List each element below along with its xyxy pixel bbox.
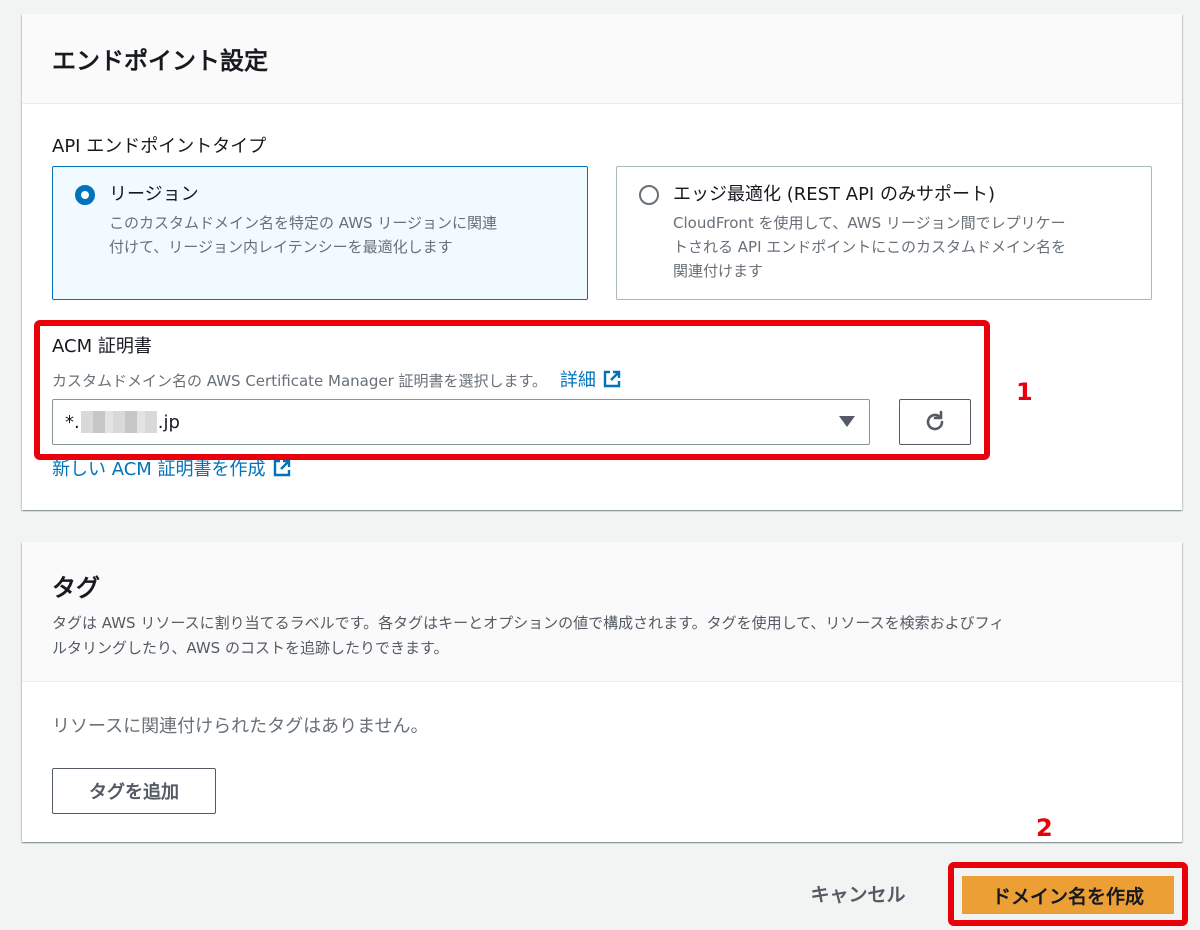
add-tag-button[interactable]: タグを追加 [52, 768, 216, 814]
annotation-box-2 [948, 862, 1188, 926]
edge-option-desc-1: CloudFront を使用して、AWS リージョン間でレプリケー [673, 214, 1066, 232]
tags-desc-line-1: タグは AWS リソースに割り当てるラベルです。各タグはキーとオプションの値で構… [52, 614, 1005, 632]
annotation-box-1 [34, 320, 990, 460]
tags-desc-line-2: ルタリングしたり、AWS のコストを追跡したりできます。 [52, 639, 449, 657]
tags-description: タグは AWS リソースに割り当てるラベルです。各タグはキーとオプションの値で構… [52, 611, 1152, 661]
tags-header: タグ タグは AWS リソースに割り当てるラベルです。各タグはキーとオプションの… [22, 542, 1182, 682]
tags-title: タグ [52, 574, 100, 602]
endpoint-type-label: API エンドポイントタイプ [52, 136, 267, 157]
annotation-number-2: 2 [1036, 814, 1053, 842]
edge-option-desc-2: トされる API エンドポイントにこのカスタムドメイン名を [673, 238, 1066, 256]
edge-option-desc-3: 関連付けます [673, 262, 764, 280]
tags-panel: タグ タグは AWS リソースに割り当てるラベルです。各タグはキーとオプションの… [22, 542, 1182, 842]
radio-button-edge-optimized[interactable] [639, 185, 659, 205]
radio-card-edge-optimized[interactable]: エッジ最適化 (REST API のみサポート) CloudFront を使用し… [616, 166, 1152, 300]
cancel-button[interactable]: キャンセル [790, 868, 926, 918]
endpoint-settings-header: エンドポイント設定 [22, 14, 1182, 104]
regional-option-desc-2: 付けて、リージョン内レイテンシーを最適化します [109, 238, 453, 256]
annotation-number-1: 1 [1016, 378, 1033, 406]
create-new-cert-label: 新しい ACM 証明書を作成 [52, 459, 266, 480]
edge-option-title: エッジ最適化 (REST API のみサポート) [673, 184, 995, 205]
radio-button-regional[interactable] [75, 185, 95, 205]
endpoint-settings-title: エンドポイント設定 [52, 47, 268, 75]
tags-empty-message: リソースに関連付けられたタグはありません。 [52, 716, 429, 737]
regional-option-title: リージョン [109, 184, 199, 205]
radio-card-regional[interactable]: リージョン このカスタムドメイン名を特定の AWS リージョンに関連 付けて、リ… [52, 166, 588, 300]
regional-option-desc-1: このカスタムドメイン名を特定の AWS リージョンに関連 [109, 214, 498, 232]
external-link-icon [273, 459, 290, 477]
